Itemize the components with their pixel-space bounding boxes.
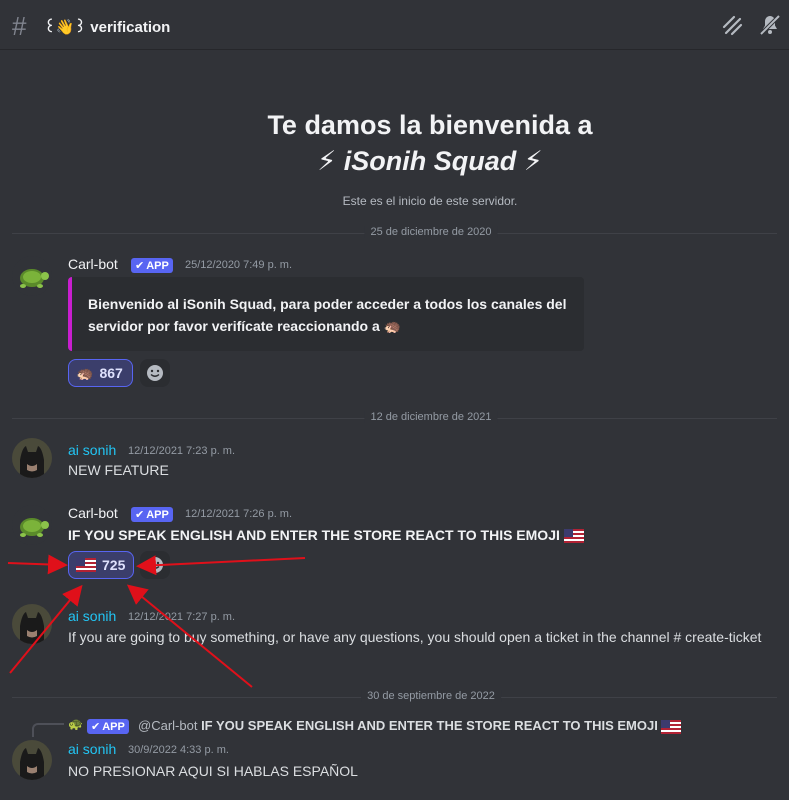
message-author[interactable]: Carl-bot (68, 505, 118, 521)
date-divider-label: 25 de diciembre de 2020 (364, 226, 498, 238)
reaction-count: 867 (99, 365, 123, 381)
turtle-avatar-icon (12, 505, 52, 545)
check-icon: ✔ (135, 509, 145, 521)
avatar-ai-sonih[interactable] (12, 438, 52, 478)
message-timestamp: 30/9/2022 4:33 p. m. (128, 744, 229, 756)
embed-description: Bienvenido al iSonih Squad, para poder a… (88, 296, 567, 334)
avatar-ai-sonih[interactable] (12, 740, 52, 780)
message-content: IF YOU SPEAK ENGLISH AND ENTER THE STORE… (68, 524, 584, 546)
notification-muted-icon[interactable] (758, 13, 782, 37)
reply-connector (32, 723, 64, 737)
message-author[interactable]: ai sonih (68, 608, 116, 624)
date-divider-label: 30 de septiembre de 2022 (361, 690, 501, 702)
avatar-carl-bot[interactable] (12, 256, 52, 296)
message-author[interactable]: Carl-bot (68, 256, 118, 272)
add-reaction-button[interactable] (140, 551, 170, 579)
message-timestamp: 25/12/2020 7:49 p. m. (185, 259, 293, 271)
avatar-carl-bot[interactable] (12, 505, 52, 545)
message-timestamp: 12/12/2021 7:26 p. m. (185, 508, 293, 520)
us-flag-icon (661, 719, 682, 734)
channel-header: # ꒰👋꒱ verification (0, 0, 789, 50)
message-content: NEW FEATURE (68, 462, 169, 478)
sonic-emoji-icon: 🦔 (383, 318, 402, 334)
reply-turtle-avatar-icon[interactable]: 🐢 (68, 717, 83, 731)
avatar-ai-sonih[interactable] (12, 604, 52, 644)
batman-avatar-icon (12, 740, 52, 780)
message-timestamp: 12/12/2021 7:27 p. m. (128, 611, 236, 623)
welcome-subtitle: Este es el inicio de este servidor. (342, 194, 518, 208)
reaction-us-flag[interactable]: 725 (68, 551, 134, 579)
message-embed: Bienvenido al iSonih Squad, para poder a… (68, 277, 584, 351)
message-content: If you are going to buy something, or ha… (68, 629, 762, 645)
batman-avatar-icon (12, 438, 52, 478)
channel-name: ꒰👋꒱ verification (44, 19, 171, 36)
check-icon: ✔ (135, 260, 145, 272)
reply-content: IF YOU SPEAK ENGLISH AND ENTER THE STORE… (201, 718, 658, 733)
arrow-left (7, 554, 68, 575)
message-content: NO PRESIONAR AQUI SI HABLAS ESPAÑOL (68, 763, 358, 779)
reaction-sonic[interactable]: 🦔 867 (68, 359, 133, 387)
app-badge: ✔ APP (131, 258, 173, 273)
date-divider-label: 12 de diciembre de 2021 (364, 411, 498, 423)
channel-hash-icon: # (12, 11, 27, 41)
message-author[interactable]: ai sonih (68, 442, 116, 458)
add-reaction-button[interactable] (140, 359, 170, 387)
reaction-count: 725 (102, 557, 126, 573)
reply-author: @Carl-bot (138, 718, 198, 733)
threads-icon[interactable] (720, 13, 744, 37)
us-flag-icon (76, 558, 96, 572)
message-author[interactable]: ai sonih (68, 741, 116, 757)
app-badge: ✔ APP (87, 719, 129, 734)
welcome-title: Te damos la bienvenida a (267, 110, 593, 140)
us-flag-icon (563, 529, 584, 544)
app-badge: ✔ APP (131, 507, 173, 522)
message-timestamp: 12/12/2021 7:23 p. m. (128, 445, 236, 457)
sonic-emoji-icon: 🦔 (76, 364, 94, 381)
reply-preview[interactable]: @Carl-bot IF YOU SPEAK ENGLISH AND ENTER… (138, 718, 682, 734)
batman-avatar-icon (12, 604, 52, 644)
check-icon: ✔ (91, 721, 101, 733)
turtle-avatar-icon (12, 256, 52, 296)
smiley-icon (147, 557, 163, 573)
server-name-title: ⚡ iSonih Squad ⚡ (317, 146, 543, 176)
smiley-icon (147, 365, 163, 381)
